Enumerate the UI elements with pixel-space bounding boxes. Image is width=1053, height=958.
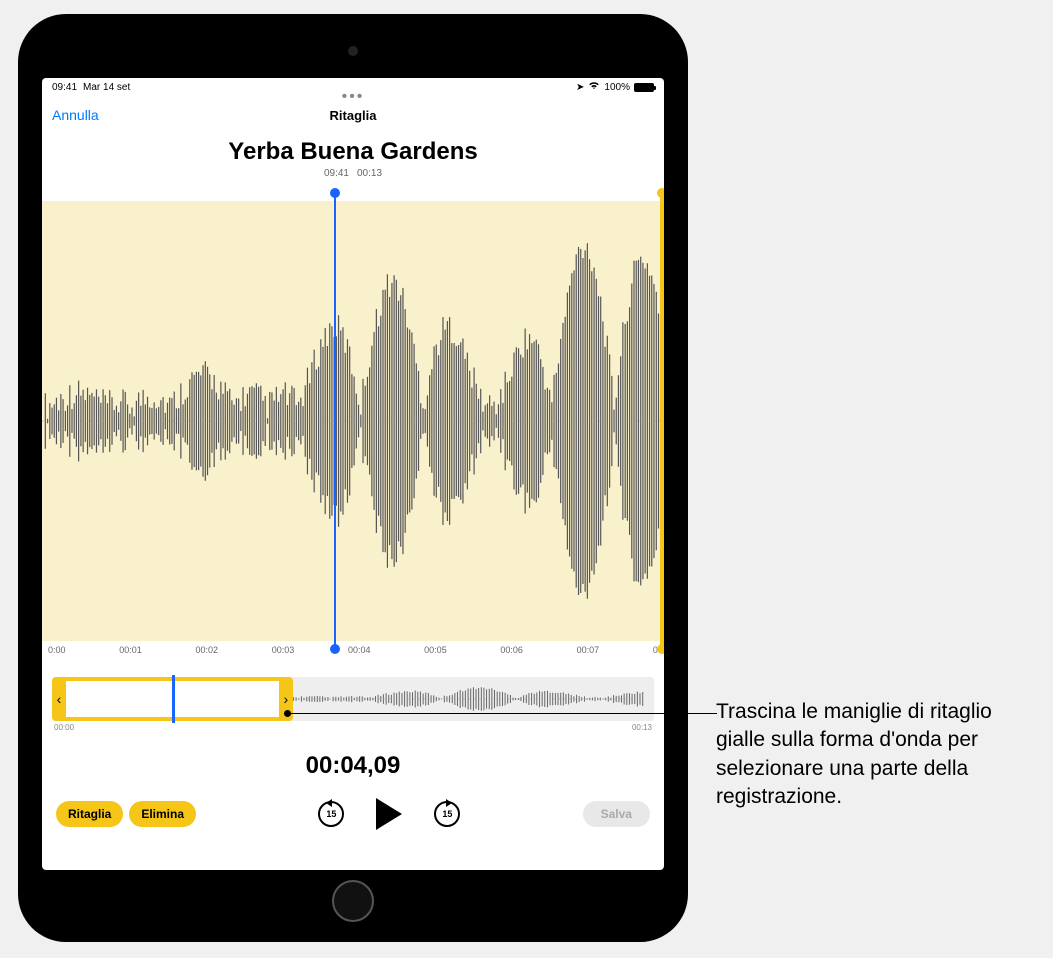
tick-label: 00:01 — [119, 645, 142, 655]
more-icon[interactable]: ••• — [342, 88, 365, 106]
trim-end-handle[interactable] — [660, 193, 664, 649]
status-time: 09:41 — [52, 82, 77, 93]
screen: 09:41 Mar 14 set ➤ 100% ••• Annulla Rita… — [42, 78, 664, 870]
tick-label: 00:02 — [195, 645, 218, 655]
overview-waveform-area[interactable]: ‹ › — [52, 677, 654, 721]
overview-playhead[interactable] — [172, 675, 175, 723]
main-waveform-area[interactable] — [42, 201, 664, 641]
save-button[interactable]: Salva — [583, 801, 650, 827]
battery-icon — [634, 83, 654, 92]
nav-bar: ••• Annulla Ritaglia — [42, 96, 664, 134]
recording-duration: 00:13 — [357, 168, 382, 179]
callout-leader-line — [287, 713, 717, 714]
skip-back-15-button[interactable]: 15 — [318, 801, 344, 827]
overview-start-label: 00:00 — [54, 723, 74, 732]
time-ticks: 0:0000:0100:0200:0300:0400:0500:0600:070 — [42, 641, 664, 655]
recording-created-time: 09:41 — [324, 168, 349, 179]
trim-button[interactable]: Ritaglia — [56, 801, 123, 827]
tick-label: 00:03 — [272, 645, 295, 655]
battery-percent: 100% — [604, 82, 630, 93]
main-waveform — [42, 201, 664, 641]
wifi-icon — [588, 81, 600, 93]
tick-label: 0:00 — [48, 645, 66, 655]
recording-header: Yerba Buena Gardens 09:41 00:13 — [42, 138, 664, 179]
tick-label: 00:04 — [348, 645, 371, 655]
status-date: Mar 14 set — [83, 82, 130, 93]
overview-time-labels: 00:00 00:13 — [42, 721, 664, 734]
play-icon — [376, 798, 402, 830]
bottom-controls: Ritaglia Elimina 15 15 Salva — [42, 780, 664, 830]
playhead[interactable] — [334, 193, 336, 649]
current-time-display: 00:04,09 — [42, 752, 664, 780]
recording-title: Yerba Buena Gardens — [42, 138, 664, 166]
overview-end-label: 00:13 — [632, 723, 652, 732]
trim-handle-left[interactable]: ‹ — [52, 681, 66, 717]
cancel-button[interactable]: Annulla — [52, 107, 99, 123]
delete-button[interactable]: Elimina — [129, 801, 196, 827]
home-button[interactable] — [332, 880, 374, 922]
play-button[interactable] — [376, 798, 402, 830]
transport-controls: 15 15 — [318, 798, 460, 830]
ipad-device-frame: 09:41 Mar 14 set ➤ 100% ••• Annulla Rita… — [18, 14, 688, 942]
device-camera — [348, 46, 358, 56]
skip-forward-15-button[interactable]: 15 — [434, 801, 460, 827]
location-icon: ➤ — [576, 82, 584, 93]
tick-label: 00:07 — [577, 645, 600, 655]
nav-title: Ritaglia — [330, 108, 377, 123]
callout-text: Trascina le maniglie di ritaglio gialle … — [716, 698, 1036, 811]
tick-label: 00:05 — [424, 645, 447, 655]
tick-label: 00:06 — [500, 645, 523, 655]
